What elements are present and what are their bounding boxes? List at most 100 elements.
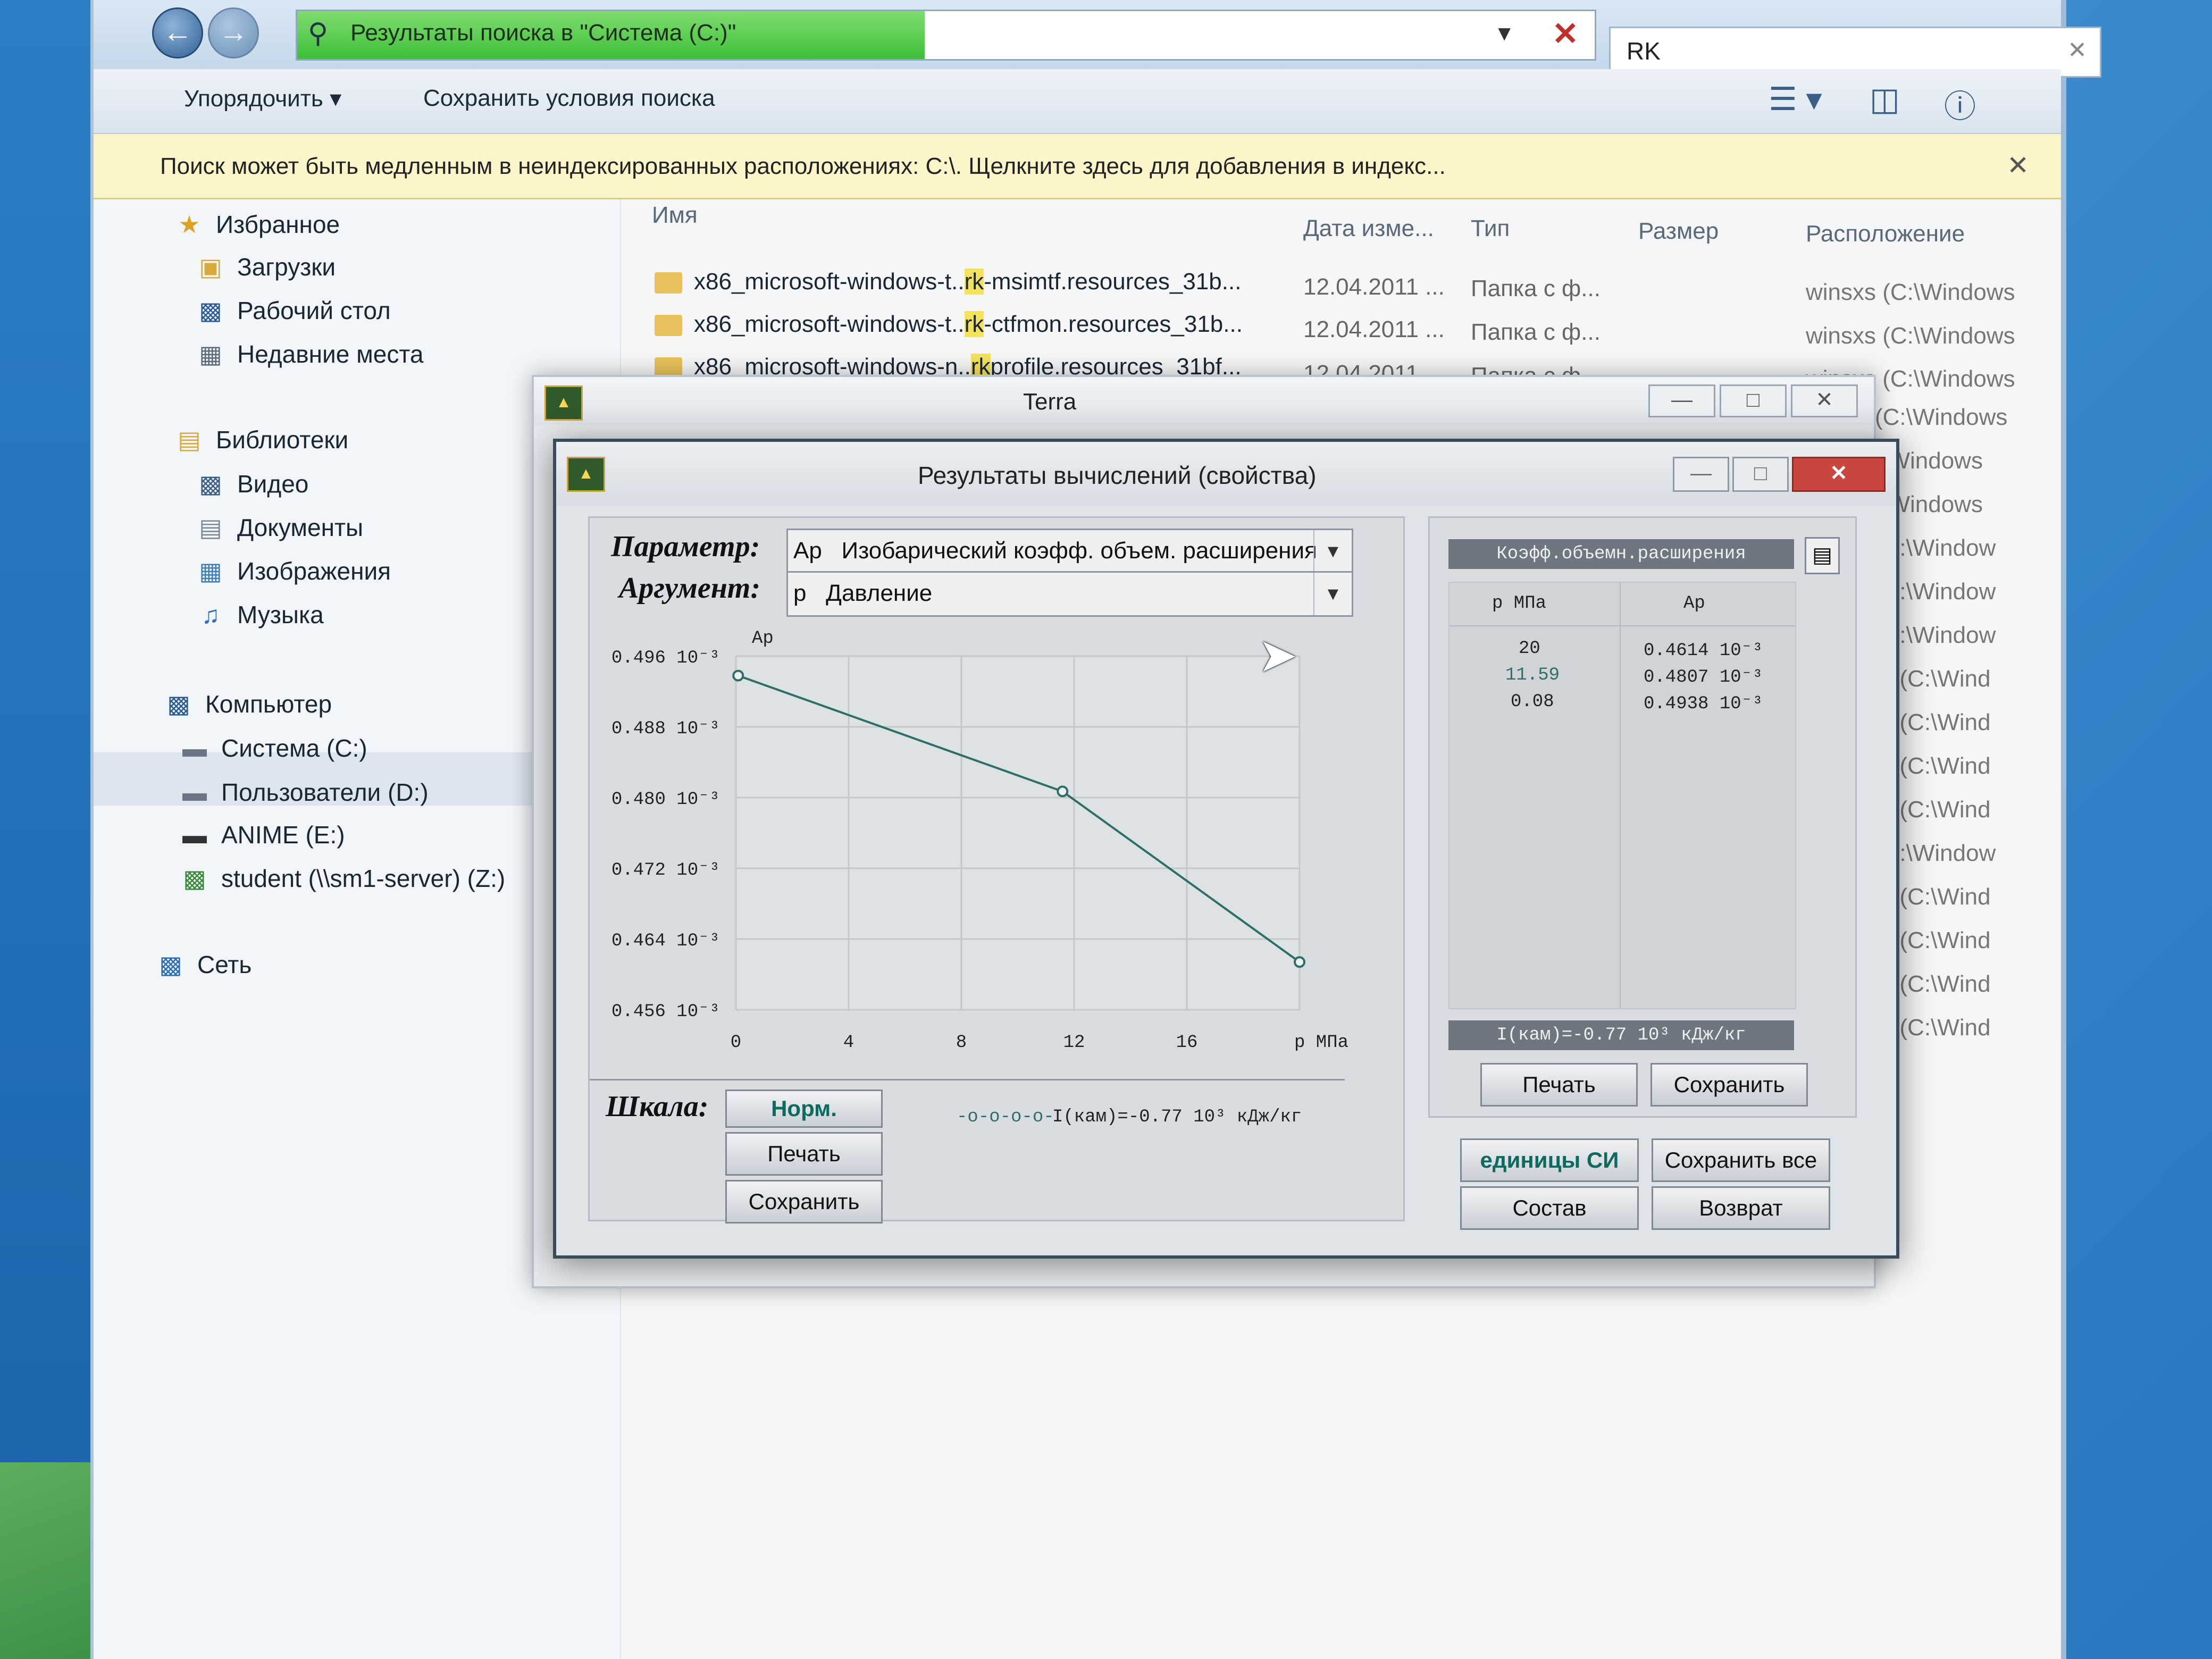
- nav-label: Пользователи (D:): [221, 778, 429, 806]
- nav-drive-e[interactable]: ▬ ANIME (E:): [179, 820, 345, 849]
- nav-label: Документы: [237, 514, 364, 541]
- folder-icon: [655, 272, 682, 294]
- nav-desktop[interactable]: ▩ Рабочий стол: [195, 296, 391, 325]
- maximize-button[interactable]: □: [1732, 457, 1789, 492]
- organize-button[interactable]: Упорядочить ▾: [184, 85, 341, 112]
- documents-icon: ▤: [199, 514, 222, 541]
- x-tick-label: 4: [843, 1033, 854, 1053]
- plot-area: [736, 656, 1300, 1010]
- composition-button[interactable]: Состав: [1460, 1186, 1639, 1230]
- nav-video[interactable]: ▩ Видео: [195, 470, 308, 498]
- command-bar: Упорядочить ▾ Сохранить условия поиска ☰…: [94, 69, 2061, 134]
- column-location[interactable]: Расположение: [1806, 221, 1965, 247]
- downloads-folder-icon: ▣: [199, 253, 222, 281]
- dialog-title: Результаты вычислений (свойства): [918, 462, 1317, 489]
- table-column-divider: [1620, 583, 1621, 1008]
- column-type[interactable]: Тип: [1471, 215, 1510, 242]
- save-all-button[interactable]: Сохранить все: [1652, 1138, 1830, 1182]
- column-date[interactable]: Дата изме...: [1303, 215, 1434, 242]
- nav-label: Рабочий стол: [237, 297, 391, 324]
- results-dialog: ▲ Результаты вычислений (свойства) — □ ✕ П…: [553, 439, 1899, 1259]
- index-warning-text: Поиск может быть медленным в неиндексиро…: [160, 153, 1446, 179]
- x-tick-label: 8: [956, 1033, 967, 1053]
- table-title: Коэфф.объемн.расширения: [1448, 539, 1794, 569]
- divider: [590, 1079, 1345, 1080]
- y-tick-label: 0.472 10⁻³: [611, 860, 720, 881]
- stop-search-button[interactable]: ✕: [1552, 15, 1579, 53]
- nav-label: Компьютер: [205, 690, 332, 718]
- nav-label: student (\\sm1-server) (Z:): [221, 865, 506, 892]
- file-type: Папка с ф...: [1471, 319, 1601, 345]
- y-axis-label: Ap: [752, 629, 774, 649]
- close-button[interactable]: ✕: [1792, 457, 1886, 492]
- view-options-icon[interactable]: ☰ ▾: [1769, 81, 1822, 118]
- print-chart-button[interactable]: Печать: [725, 1132, 883, 1176]
- nav-network[interactable]: ▩ Сеть: [155, 950, 252, 979]
- help-icon[interactable]: ⓘ: [1944, 81, 1976, 127]
- file-type: Папка с ф...: [1471, 275, 1601, 301]
- minimize-button[interactable]: —: [1673, 457, 1729, 492]
- file-row[interactable]: x86_microsoft-windows-t..rk-msimtf.resou…: [655, 269, 1241, 295]
- chevron-down-icon[interactable]: ▼: [1313, 530, 1352, 573]
- close-icon[interactable]: ✕: [2007, 150, 2029, 181]
- nav-drive-d[interactable]: ▬ Пользователи (D:): [179, 778, 429, 807]
- save-table-button[interactable]: Сохранить: [1650, 1063, 1808, 1107]
- forward-button[interactable]: →: [208, 7, 259, 58]
- data-point: [1294, 956, 1305, 968]
- minimize-button[interactable]: —: [1648, 384, 1715, 417]
- y-tick-label: 0.488 10⁻³: [611, 719, 720, 739]
- dialog-titlebar: ▲ Результаты вычислений (свойства) — □ ✕: [556, 442, 1896, 506]
- chevron-down-icon[interactable]: ▼: [1494, 22, 1515, 46]
- table-cell-ap: 0.4807 10⁻³: [1644, 667, 1763, 688]
- file-row[interactable]: x86_microsoft-windows-t..rk-ctfmon.resou…: [655, 311, 1243, 338]
- network-drive-icon: ▩: [183, 865, 206, 892]
- network-icon: ▩: [159, 951, 182, 978]
- libraries-icon: ▤: [178, 426, 201, 454]
- nav-favorites[interactable]: ★ Избранное: [173, 210, 340, 239]
- table-cell-ap: 0.4938 10⁻³: [1644, 694, 1763, 714]
- nav-recent[interactable]: ▦ Недавние места: [195, 340, 423, 368]
- back-button[interactable]: ←: [152, 7, 203, 58]
- save-search-button[interactable]: Сохранить условия поиска: [423, 85, 715, 112]
- preview-pane-icon[interactable]: ◫: [1870, 81, 1900, 118]
- nav-documents[interactable]: ▤ Документы: [195, 513, 363, 542]
- terra-app-icon: ▲: [567, 457, 605, 492]
- y-tick-label: 0.496 10⁻³: [611, 648, 720, 668]
- norm-scale-button[interactable]: Норм.: [725, 1090, 883, 1128]
- nav-libraries[interactable]: ▤ Библиотеки: [173, 425, 348, 454]
- argument-select[interactable]: p Давление ▼: [786, 571, 1353, 617]
- maximize-button[interactable]: □: [1720, 384, 1787, 417]
- nav-drive-z[interactable]: ▩ student (\\sm1-server) (Z:): [179, 864, 505, 893]
- close-button[interactable]: ✕: [1791, 384, 1858, 417]
- nav-label: Видео: [237, 470, 309, 498]
- print-table-button[interactable]: Печать: [1480, 1063, 1638, 1107]
- nav-drive-c[interactable]: ▬ Система (C:): [179, 734, 367, 763]
- index-warning-bar[interactable]: Поиск может быть медленным в неиндексиро…: [94, 134, 2061, 199]
- address-text: Результаты поиска в "Система (C:)": [350, 20, 736, 46]
- table-menu-icon[interactable]: ▤: [1805, 537, 1840, 574]
- terra-app-icon: ▲: [544, 386, 583, 421]
- save-chart-button[interactable]: Сохранить: [725, 1180, 883, 1224]
- return-button[interactable]: Возврат: [1652, 1186, 1830, 1230]
- nav-music[interactable]: ♫ Музыка: [195, 600, 324, 629]
- si-units-button[interactable]: единицы СИ: [1460, 1138, 1639, 1182]
- nav-images[interactable]: ▦ Изображения: [195, 557, 391, 585]
- nav-downloads[interactable]: ▣ Загрузки: [195, 253, 336, 281]
- nav-computer[interactable]: ▩ Компьютер: [163, 690, 332, 718]
- column-size[interactable]: Размер: [1638, 218, 1719, 245]
- video-icon: ▩: [199, 470, 222, 498]
- x-axis-label: p МПа: [1294, 1033, 1348, 1053]
- chevron-down-icon[interactable]: ▼: [1313, 573, 1352, 615]
- table-header-ap: Ap: [1683, 593, 1705, 614]
- file-name-suffix: -ctfmon.resources_31b...: [984, 311, 1243, 337]
- clear-search-icon[interactable]: ✕: [2067, 37, 2087, 64]
- column-name[interactable]: Имя: [652, 202, 698, 229]
- music-icon: ♫: [201, 601, 220, 629]
- values-table: p МПа Ap 20 0.4614 10⁻³ 11.59 0.4807 10⁻…: [1448, 582, 1796, 1009]
- address-bar[interactable]: ⚲ Результаты поиска в "Система (C:)" ▼ ✕: [296, 10, 1596, 61]
- parameter-select[interactable]: Ap Изобарический коэфф. объем. расширени…: [786, 529, 1353, 574]
- desktop-background: [0, 0, 90, 1659]
- table-cell-p: 0.08: [1511, 692, 1554, 712]
- folder-icon: [655, 315, 682, 337]
- y-tick-label: 0.456 10⁻³: [611, 1002, 720, 1022]
